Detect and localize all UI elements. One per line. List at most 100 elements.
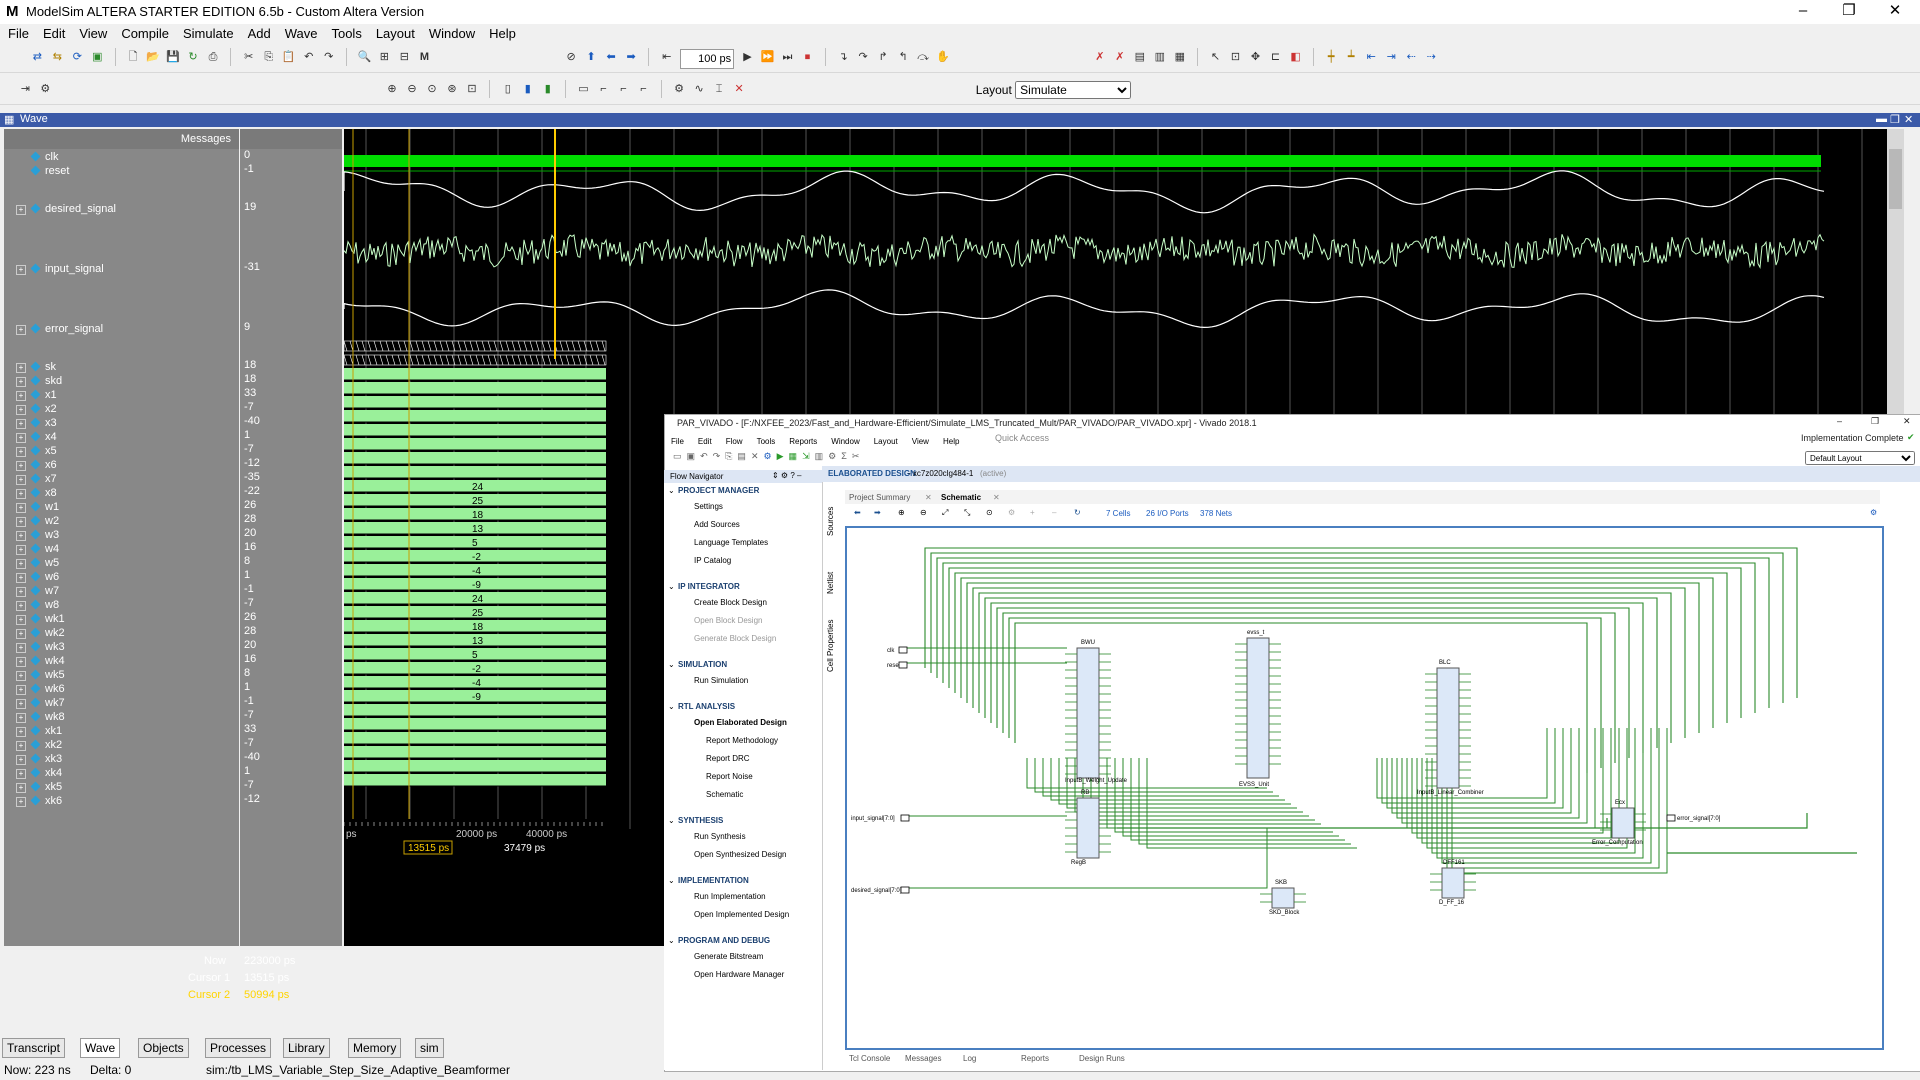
close-icon[interactable]: ✕ — [1872, 0, 1918, 24]
flow-item-generate-bitstream[interactable]: Generate Bitstream — [694, 952, 763, 961]
expand-icon[interactable]: + — [16, 797, 26, 807]
expand-icon[interactable]: + — [16, 377, 26, 387]
chevron-down-icon[interactable]: ⌄ — [668, 582, 675, 591]
expand-icon[interactable]: + — [16, 433, 26, 443]
flow-item-report-drc[interactable]: Report DRC — [706, 754, 750, 763]
v-undo-icon[interactable]: ↶ — [700, 451, 708, 461]
copy-icon[interactable]: ⎘ — [260, 48, 278, 66]
find-icon[interactable]: 🔍 — [355, 48, 373, 66]
flow-item-run-synthesis[interactable]: Run Synthesis — [694, 832, 746, 841]
print-icon[interactable]: ⎙ — [204, 48, 222, 66]
signal-row-input_signal[interactable]: + input_signal — [4, 261, 104, 278]
vivado-close-icon[interactable]: ✕ — [1903, 416, 1911, 427]
modelsim-m-icon[interactable]: M — [415, 48, 433, 66]
tab-tcl-console[interactable]: Tcl Console — [849, 1054, 890, 1063]
flow-item-open-elaborated-design[interactable]: Open Elaborated Design — [694, 718, 787, 727]
clear-icon[interactable]: ✕ — [730, 80, 748, 98]
doc-icon[interactable]: ▤ — [1131, 48, 1149, 66]
flow-item-open-synthesized-design[interactable]: Open Synthesized Design — [694, 850, 787, 859]
step-over-icon[interactable]: ↷ — [854, 48, 872, 66]
flow-item-report-methodology[interactable]: Report Methodology — [706, 736, 778, 745]
v-program-icon[interactable]: ⇲ — [802, 451, 810, 461]
menu-view[interactable]: View — [71, 24, 113, 41]
stat-cells[interactable]: 7 Cells — [1106, 509, 1130, 518]
compile-icon[interactable]: ⇄ — [28, 48, 46, 66]
next-fall-icon[interactable]: ⇢ — [1422, 48, 1440, 66]
new-file-icon[interactable]: 🗋 — [124, 48, 142, 66]
stop-icon[interactable]: ⏹ — [798, 48, 816, 66]
cut-icon[interactable]: ✂ — [240, 48, 258, 66]
stop-wave-icon[interactable]: ◧ — [1287, 48, 1305, 66]
side-tab-netlist[interactable]: Netlist — [826, 572, 835, 594]
tab-objects[interactable]: Objects — [138, 1038, 189, 1058]
continue-icon[interactable]: ⏩ — [758, 48, 776, 66]
expand-icon[interactable]: + — [16, 643, 26, 653]
layout-dropdown[interactable]: Default Layout — [1805, 451, 1915, 465]
expand-icon[interactable]: + — [16, 531, 26, 541]
expand-icon[interactable]: + — [16, 573, 26, 583]
prev-edge-icon[interactable]: ⇤ — [1362, 48, 1380, 66]
vivado-menu-layout[interactable]: Layout — [874, 437, 898, 446]
sch-zoom-in-icon[interactable]: ⊕ — [898, 508, 905, 517]
expand-icon[interactable]: + — [16, 769, 26, 779]
signal-row-xk6[interactable]: + xk6 — [4, 793, 62, 810]
step-back-icon[interactable]: ⇥ — [16, 80, 34, 98]
next-edge-icon[interactable]: ⇥ — [1382, 48, 1400, 66]
menu-layout[interactable]: Layout — [368, 24, 421, 41]
expand-icon[interactable]: + — [16, 419, 26, 429]
vivado-min-icon[interactable]: – — [1837, 416, 1842, 426]
side-tab-sources[interactable]: Sources — [826, 507, 835, 536]
reload-icon[interactable]: ↻ — [184, 48, 202, 66]
tab-processes[interactable]: Processes — [205, 1038, 272, 1058]
menu-add[interactable]: Add — [240, 24, 277, 41]
hand-icon[interactable]: ✋ — [934, 48, 952, 66]
expand-icon[interactable]: + — [16, 517, 26, 527]
tab-messages[interactable]: Messages — [905, 1054, 941, 1063]
analog-icon[interactable]: ∿ — [690, 80, 708, 98]
menu-edit[interactable]: Edit — [35, 24, 71, 41]
find-in-files-icon[interactable]: ⊞ — [375, 48, 393, 66]
wave-edge3-icon[interactable]: ⌐ — [634, 80, 652, 98]
tab-memory[interactable]: Memory — [348, 1038, 402, 1058]
minimize-icon[interactable]: – — [1780, 0, 1826, 24]
flow-item-language-templates[interactable]: Language Templates — [694, 538, 768, 547]
schematic-svg[interactable]: BWU InputB_Weight_Update evss_t EVSS_Unit BL… — [847, 528, 1878, 1044]
expand-icon[interactable]: + — [16, 391, 26, 401]
step-up-icon[interactable]: ⬆ — [582, 48, 600, 66]
chevron-down-icon[interactable]: ⌄ — [668, 816, 675, 825]
v-redo-icon[interactable]: ↷ — [713, 451, 721, 461]
flow-item-add-sources[interactable]: Add Sources — [694, 520, 740, 529]
flow-item-generate-block-design[interactable]: Generate Block Design — [694, 634, 776, 643]
back-icon[interactable]: ⬅ — [602, 48, 620, 66]
flow-item-settings[interactable]: Settings — [694, 502, 723, 511]
expand-icon[interactable]: + — [16, 325, 26, 335]
cursor-del-icon[interactable]: ┷ — [1342, 48, 1360, 66]
expand-icon[interactable]: + — [16, 755, 26, 765]
expand-icon[interactable]: + — [16, 265, 26, 275]
run-icon[interactable]: ▶ — [738, 48, 756, 66]
expand-icon[interactable]: + — [16, 363, 26, 373]
expand-icon[interactable]: + — [16, 447, 26, 457]
v-settings-icon[interactable]: ⚙ — [828, 451, 836, 461]
zoom-out-icon[interactable]: ⊖ — [403, 80, 421, 98]
select-mode-icon[interactable]: ↖ — [1207, 48, 1225, 66]
vivado-menu-file[interactable]: File — [671, 437, 684, 446]
cursor-icon[interactable]: ⌶ — [710, 80, 728, 98]
expand-icon[interactable]: + — [16, 629, 26, 639]
wave-edge1-icon[interactable]: ⌐ — [594, 80, 612, 98]
paste-icon[interactable]: 📋 — [280, 48, 298, 66]
expand-icon[interactable]: + — [16, 545, 26, 555]
v-copy-icon[interactable]: ⎘ — [725, 451, 732, 461]
expand-icon[interactable]: + — [16, 713, 26, 723]
expand-icon[interactable]: + — [16, 741, 26, 751]
step-back-icon[interactable]: ↰ — [894, 48, 912, 66]
expand-icon[interactable]: + — [16, 405, 26, 415]
sch-plus-icon[interactable]: + — [1030, 508, 1035, 517]
layout-select[interactable]: Simulate — [1015, 81, 1132, 99]
open-folder-icon[interactable]: 📂 — [144, 48, 162, 66]
expand-icon[interactable]: + — [16, 475, 26, 485]
flow-item-schematic[interactable]: Schematic — [706, 790, 743, 799]
step-forward-icon[interactable]: ⤼ — [914, 48, 932, 66]
wave-edge2-icon[interactable]: ⌐ — [614, 80, 632, 98]
expand-icon[interactable]: + — [16, 671, 26, 681]
